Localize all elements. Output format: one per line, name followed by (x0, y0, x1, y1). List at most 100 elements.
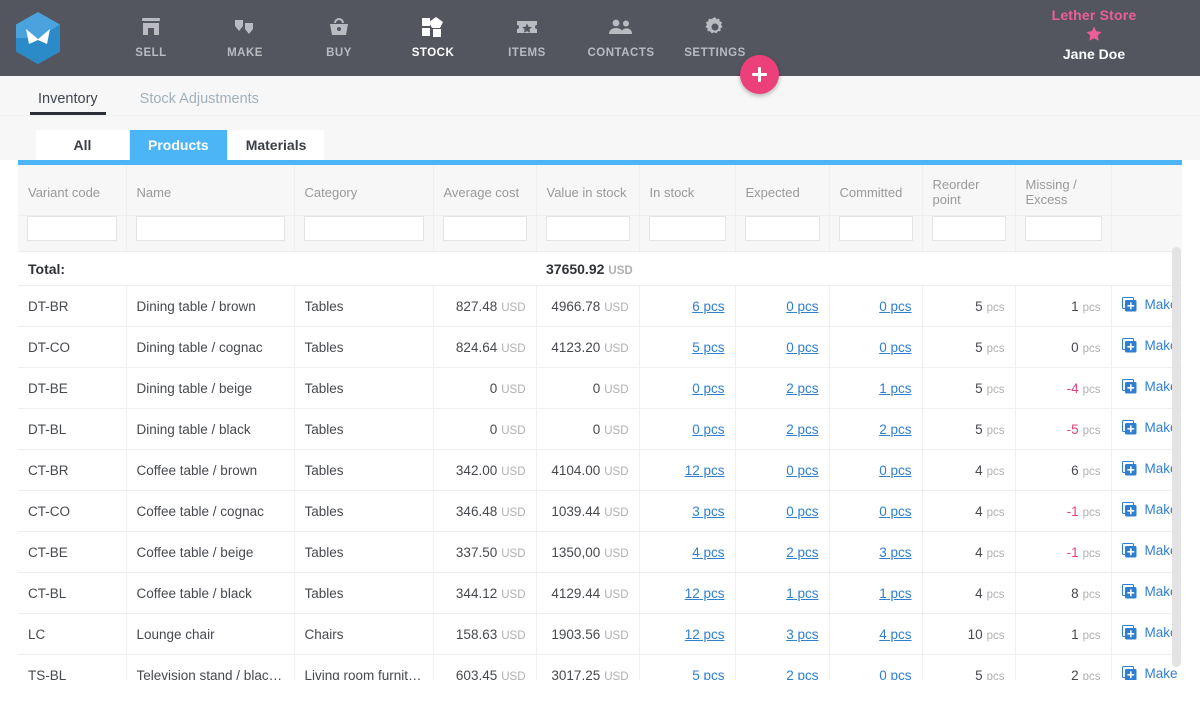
cell-expected[interactable]: 2 pcs (735, 368, 829, 409)
cell-expected[interactable]: 0 pcs (735, 286, 829, 327)
table-row[interactable]: LCLounge chairChairs158.63USD1903.56USD1… (18, 614, 1182, 655)
unit-label: pcs (987, 343, 1005, 355)
table-row[interactable]: CT-COCoffee table / cognacTables346.48US… (18, 491, 1182, 532)
add-new-button[interactable] (740, 55, 779, 94)
col-reorder-point[interactable]: Reorder point (922, 165, 1015, 216)
col-in-stock[interactable]: In stock (639, 165, 735, 216)
vertical-scrollbar[interactable] (1172, 247, 1181, 667)
subtab-materials[interactable]: Materials (228, 130, 325, 160)
cell-committed[interactable]: 0 pcs (829, 655, 922, 681)
filter-input-category[interactable] (304, 216, 424, 241)
filter-input-value-in-stock[interactable] (546, 216, 630, 241)
cell-committed[interactable]: 1 pcs (829, 368, 922, 409)
cell-expected[interactable]: 2 pcs (735, 409, 829, 450)
tab-inventory[interactable]: Inventory (30, 91, 106, 115)
table-row[interactable]: CT-BRCoffee table / brownTables342.00USD… (18, 450, 1182, 491)
nav-item-stock[interactable]: STOCK (386, 14, 480, 59)
make-button[interactable]: Make (1122, 461, 1178, 476)
make-button[interactable]: Make (1122, 543, 1178, 558)
cell-avg_cost: 0USD (433, 409, 536, 450)
filter-input-name[interactable] (136, 216, 285, 241)
cell-expected[interactable]: 0 pcs (735, 491, 829, 532)
app-logo[interactable] (14, 11, 62, 65)
table-row[interactable]: DT-BLDining table / blackTables0USD0USD0… (18, 409, 1182, 450)
cell-in_stock[interactable]: 5 pcs (639, 327, 735, 368)
cell-expected[interactable]: 0 pcs (735, 327, 829, 368)
cell-expected[interactable]: 2 pcs (735, 655, 829, 681)
cell-expected[interactable]: 2 pcs (735, 532, 829, 573)
cell-committed[interactable]: 1 pcs (829, 573, 922, 614)
nav-item-buy[interactable]: BUY (292, 14, 386, 59)
make-button[interactable]: Make (1122, 420, 1178, 435)
cell-in_stock[interactable]: 6 pcs (639, 286, 735, 327)
make-button[interactable]: Make (1122, 338, 1178, 353)
cell-committed[interactable]: 0 pcs (829, 491, 922, 532)
subtab-all[interactable]: All (36, 130, 130, 160)
col-name[interactable]: Name (126, 165, 294, 216)
cell-committed[interactable]: 0 pcs (829, 286, 922, 327)
filter-input-missing-excess[interactable] (1025, 216, 1102, 241)
cell-expected[interactable]: 3 pcs (735, 614, 829, 655)
cell-committed[interactable]: 0 pcs (829, 327, 922, 368)
cell-in_stock[interactable]: 12 pcs (639, 450, 735, 491)
cell-in_stock[interactable]: 3 pcs (639, 491, 735, 532)
variant-code: CT-CO (28, 504, 70, 519)
nav-item-contacts[interactable]: CONTACTS (574, 14, 668, 59)
col-missing-excess[interactable]: Missing / Excess (1015, 165, 1111, 216)
cell-in_stock[interactable]: 5 pcs (639, 655, 735, 681)
filter-input-reorder-point[interactable] (932, 216, 1006, 241)
table-row[interactable]: CT-BLCoffee table / blackTables344.12USD… (18, 573, 1182, 614)
col-variant-code[interactable]: Variant code (18, 165, 126, 216)
col-committed[interactable]: Committed (829, 165, 922, 216)
expected-link: 0 (786, 299, 794, 314)
make-button[interactable]: Make (1122, 297, 1178, 312)
table-row[interactable]: TS-BLTelevision stand / black...Living r… (18, 655, 1182, 681)
make-button[interactable]: Make (1122, 502, 1178, 517)
nav-item-make[interactable]: MAKE (198, 14, 292, 59)
value_in_stock-value: 0 (593, 381, 601, 396)
cell-in_stock[interactable]: 0 pcs (639, 368, 735, 409)
user-name[interactable]: Jane Doe (1004, 47, 1184, 61)
cell-avg_cost: 346.48USD (433, 491, 536, 532)
expected-unit: pcs (794, 504, 819, 519)
make-button[interactable]: Make (1122, 625, 1178, 640)
filter-input-committed[interactable] (839, 216, 913, 241)
table-row[interactable]: DT-BEDining table / beigeTables0USD0USD0… (18, 368, 1182, 409)
table-row[interactable]: DT-BRDining table / brownTables827.48USD… (18, 286, 1182, 327)
nav-item-sell[interactable]: SELL (104, 14, 198, 59)
cell-category: Tables (294, 573, 433, 614)
nav-item-settings[interactable]: SETTINGS (668, 14, 762, 59)
unit-label: pcs (987, 302, 1005, 314)
subtab-products[interactable]: Products (130, 130, 228, 160)
table-row[interactable]: CT-BECoffee table / beigeTables337.50USD… (18, 532, 1182, 573)
col-value-in-stock[interactable]: Value in stock (536, 165, 639, 216)
filter-input-in-stock[interactable] (649, 216, 726, 241)
cell-committed[interactable]: 4 pcs (829, 614, 922, 655)
col-category[interactable]: Category (294, 165, 433, 216)
cell-committed[interactable]: 2 pcs (829, 409, 922, 450)
table-row[interactable]: DT-CODining table / cognacTables824.64US… (18, 327, 1182, 368)
cell-in_stock[interactable]: 12 pcs (639, 573, 735, 614)
reorder_point-value: 4 (975, 463, 983, 478)
make-button[interactable]: Make (1122, 379, 1178, 394)
cell-in_stock[interactable]: 12 pcs (639, 614, 735, 655)
col-expected[interactable]: Expected (735, 165, 829, 216)
store-name[interactable]: Lether Store (1004, 8, 1184, 22)
cell-committed[interactable]: 3 pcs (829, 532, 922, 573)
tab-stock-adjustments[interactable]: Stock Adjustments (132, 91, 267, 115)
cell-in_stock[interactable]: 0 pcs (639, 409, 735, 450)
cell-expected[interactable]: 1 pcs (735, 573, 829, 614)
make-button[interactable]: Make (1122, 666, 1178, 680)
make-button[interactable]: Make (1122, 584, 1178, 599)
scrollbar-thumb[interactable] (1172, 247, 1181, 667)
cell-expected[interactable]: 0 pcs (735, 450, 829, 491)
in_stock-link: 12 (685, 463, 700, 478)
cell-in_stock[interactable]: 4 pcs (639, 532, 735, 573)
filter-input-variant-code[interactable] (27, 216, 117, 241)
col-average-cost[interactable]: Average cost (433, 165, 536, 216)
filter-input-average-cost[interactable] (443, 216, 527, 241)
filter-input-expected[interactable] (745, 216, 820, 241)
value_in_stock-value: 0 (593, 422, 601, 437)
nav-item-items[interactable]: ITEMS (480, 14, 574, 59)
cell-committed[interactable]: 0 pcs (829, 450, 922, 491)
